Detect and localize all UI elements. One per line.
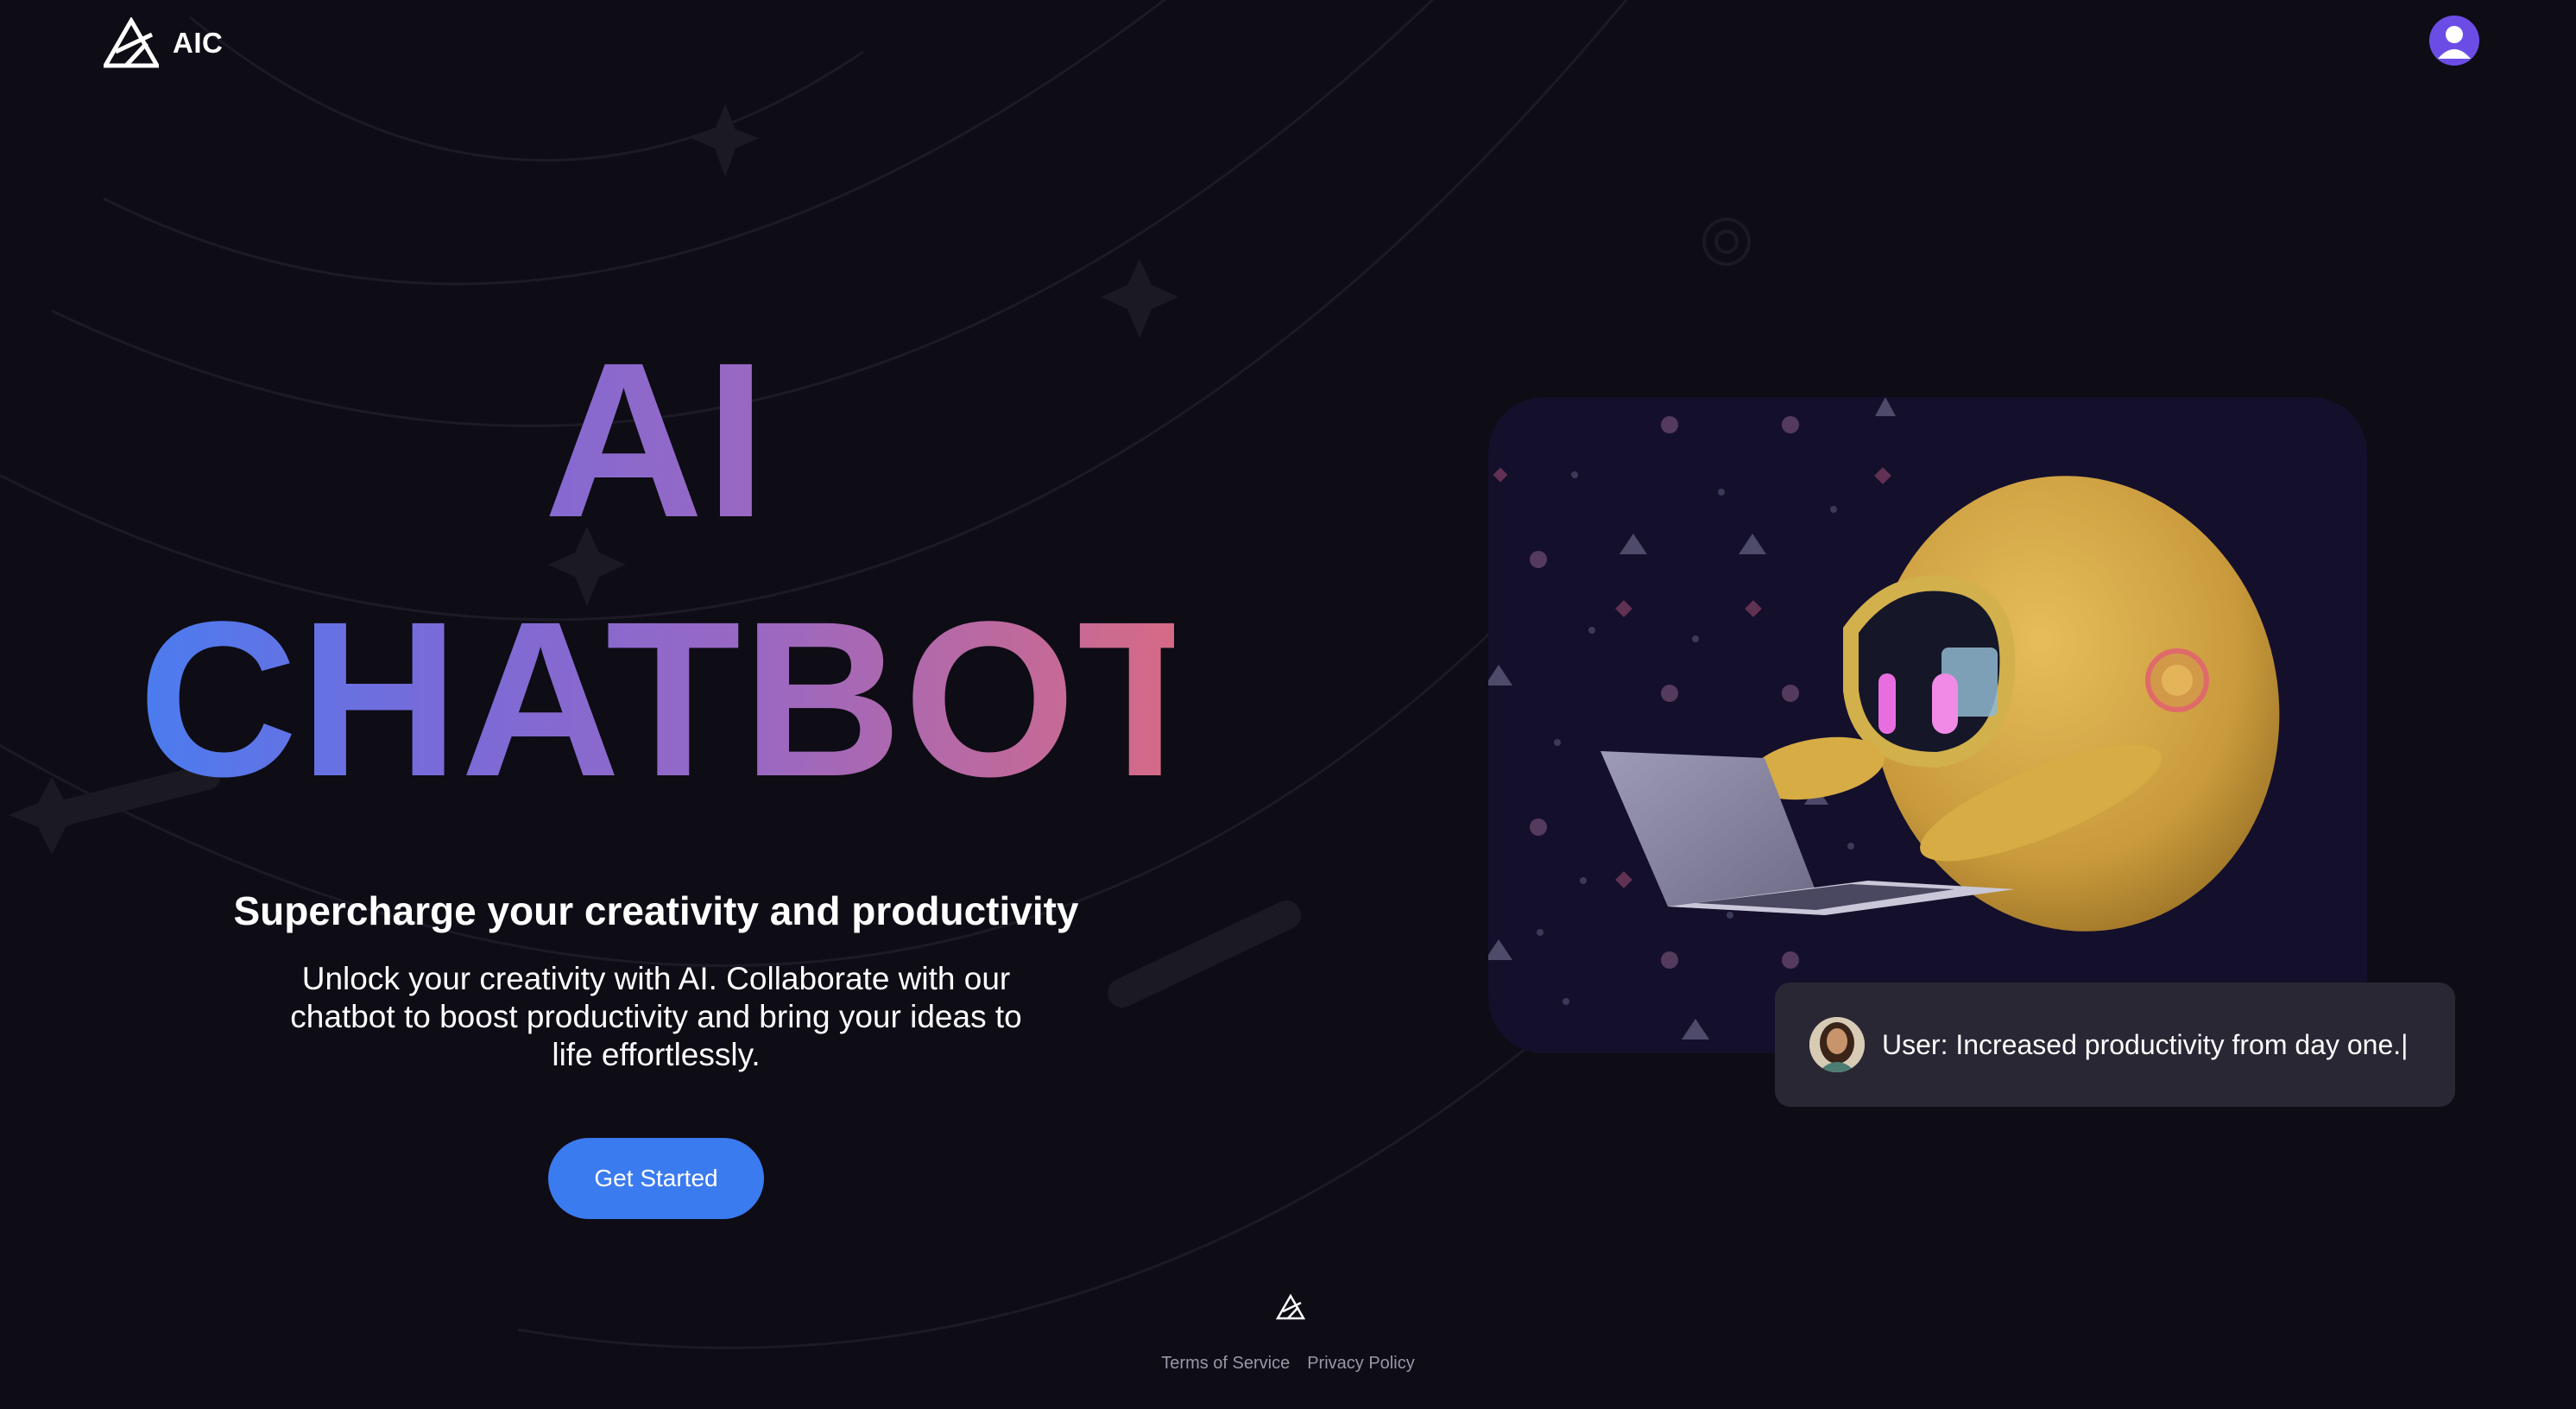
hero-section: AI CHATBOT Supercharge your creativity a… <box>138 311 1174 1219</box>
brand-link[interactable]: AIC <box>104 17 223 69</box>
footer-logo-icon <box>1276 1293 1305 1320</box>
illustration-card <box>1488 397 2367 1053</box>
user-avatar-icon <box>2438 26 2471 59</box>
user-avatar-photo <box>1809 1017 1865 1072</box>
privacy-policy-link[interactable]: Privacy Policy <box>1307 1354 1414 1374</box>
chat-message-text: User: Increased productivity from day on… <box>1882 1028 2409 1060</box>
terms-of-service-link[interactable]: Terms of Service <box>1161 1354 1290 1374</box>
get-started-button[interactable]: Get Started <box>548 1138 764 1219</box>
landing-page: AIC AI CHATBOT Supercharge your creativi… <box>0 0 2576 1409</box>
hero-title-line-2: CHATBOT <box>138 576 1215 823</box>
robot-with-laptop-illustration <box>1488 397 2280 1039</box>
hero-description: Unlock your creativity with AI. Collabor… <box>290 961 1022 1072</box>
footer-links: Terms of Service Privacy Policy <box>0 1354 2576 1374</box>
brand-name: AIC <box>173 27 224 59</box>
chat-bubble: User: Increased productivity from day on… <box>1775 983 2455 1107</box>
hero-title: AI CHATBOT <box>138 311 1174 829</box>
profile-button[interactable] <box>2429 16 2479 66</box>
aic-logo-icon <box>104 17 159 68</box>
hero-subtitle: Supercharge your creativity and producti… <box>233 888 1079 933</box>
hero-title-line-1: AI <box>544 317 768 564</box>
